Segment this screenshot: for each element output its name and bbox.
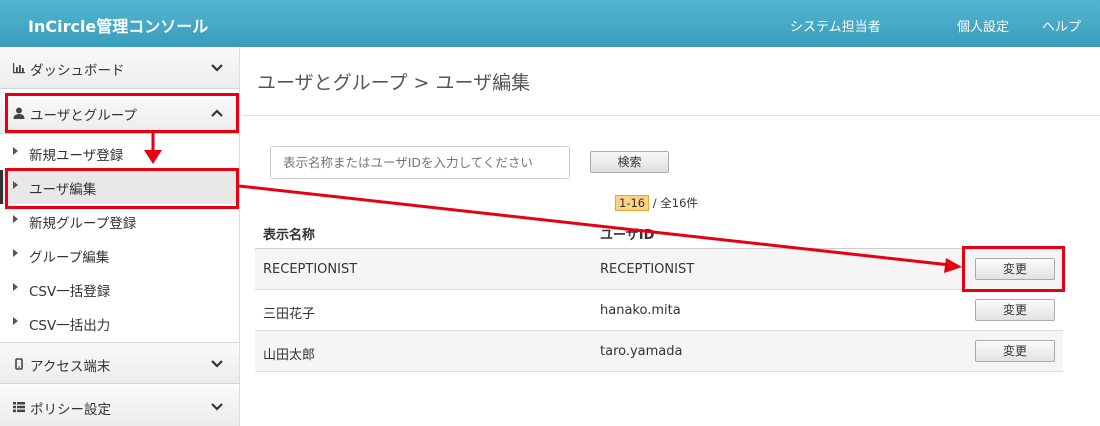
sidebar-item-label: CSV一括出力 <box>29 318 111 334</box>
sidebar-item-label: ユーザ編集 <box>29 182 97 198</box>
sidebar-section-label: ユーザとグループ <box>30 108 137 124</box>
table-row: RECEPTIONIST RECEPTIONIST 変更 <box>255 249 1063 290</box>
list-icon <box>13 402 25 413</box>
mobile-icon <box>15 358 23 370</box>
cell-user-id: taro.yamada <box>600 344 683 359</box>
header-link-personal-settings[interactable]: 個人設定 <box>957 16 1009 35</box>
table-header: 表示名称 ユーザID <box>255 217 1063 249</box>
app-title[interactable]: InCircle管理コンソール <box>28 13 208 37</box>
cell-display-name: 三田花子 <box>263 307 316 322</box>
sidebar-item-label: 新規グループ登録 <box>29 216 137 232</box>
sidebar-item-label: 新規ユーザ登録 <box>29 148 124 164</box>
chevron-up-icon <box>211 109 223 117</box>
caret-right-icon <box>13 215 18 223</box>
table-row: 三田花子 hanako.mita 変更 <box>255 290 1063 331</box>
sidebar-item-csv-export[interactable]: CSV一括出力 <box>0 306 239 340</box>
caret-right-icon <box>13 317 18 325</box>
column-header-display-name: 表示名称 <box>263 228 316 243</box>
sidebar-section-policy[interactable]: ポリシー設定 <box>0 386 239 426</box>
sidebar-section-label: ダッシュボード <box>30 63 125 79</box>
title-divider <box>241 115 1100 116</box>
sidebar-section-dashboard[interactable]: ダッシュボード <box>0 47 239 89</box>
caret-right-icon <box>13 283 18 291</box>
chevron-down-icon <box>211 64 223 72</box>
caret-right-icon <box>13 249 18 257</box>
search-input[interactable] <box>270 146 570 179</box>
sidebar-item-new-user[interactable]: 新規ユーザ登録 <box>0 136 239 170</box>
bar-chart-icon <box>13 63 25 74</box>
cell-display-name: 山田太郎 <box>263 348 316 363</box>
cell-user-id: RECEPTIONIST <box>600 262 695 277</box>
main-content: ユーザとグループ > ユーザ編集 検索 1-16 / 全16件 表示名称 ユーザ… <box>241 47 1100 426</box>
sidebar: ダッシュボード ユーザとグループ 新規ユーザ登録 ユーザ編集 新規グループ登録 … <box>0 47 240 426</box>
header-link-system-admin[interactable]: システム担当者 <box>790 16 881 35</box>
pager-separator: / <box>652 196 657 210</box>
pagination-info: 1-16 / 全16件 <box>615 195 698 211</box>
header-link-help[interactable]: ヘルプ <box>1042 16 1081 35</box>
sidebar-section-label: アクセス端末 <box>30 359 111 375</box>
cell-display-name: RECEPTIONIST <box>263 262 358 277</box>
total-count: 全16件 <box>660 196 698 210</box>
sidebar-item-label: グループ編集 <box>29 250 110 266</box>
table-row: 山田太郎 taro.yamada 変更 <box>255 331 1063 372</box>
user-icon <box>13 107 25 119</box>
page-range-badge[interactable]: 1-16 <box>615 195 650 211</box>
page-title: ユーザとグループ > ユーザ編集 <box>257 72 531 94</box>
chevron-down-icon <box>211 360 223 368</box>
edit-button[interactable]: 変更 <box>975 258 1055 280</box>
sidebar-item-edit-group[interactable]: グループ編集 <box>0 238 239 272</box>
sidebar-section-users-groups[interactable]: ユーザとグループ <box>0 92 239 134</box>
search-button[interactable]: 検索 <box>590 151 669 173</box>
edit-button[interactable]: 変更 <box>975 299 1055 321</box>
chevron-down-icon <box>211 403 223 411</box>
sidebar-item-csv-import[interactable]: CSV一括登録 <box>0 272 239 306</box>
caret-right-icon <box>13 181 18 189</box>
edit-button[interactable]: 変更 <box>975 340 1055 362</box>
top-header: InCircle管理コンソール システム担当者 個人設定 ヘルプ <box>0 0 1100 47</box>
sidebar-section-label: ポリシー設定 <box>30 402 111 418</box>
sidebar-item-edit-user[interactable]: ユーザ編集 <box>0 170 239 204</box>
sidebar-item-label: CSV一括登録 <box>29 284 111 300</box>
sidebar-section-access-devices[interactable]: アクセス端末 <box>0 342 239 384</box>
column-header-user-id: ユーザID <box>600 228 655 243</box>
sidebar-item-new-group[interactable]: 新規グループ登録 <box>0 204 239 238</box>
cell-user-id: hanako.mita <box>600 303 681 318</box>
caret-right-icon <box>13 147 18 155</box>
